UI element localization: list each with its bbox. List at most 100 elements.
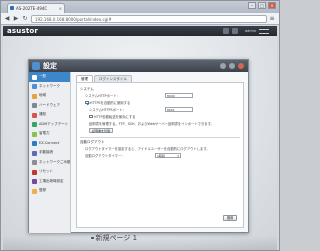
autologout-section-title: 自動ログアウト xyxy=(80,140,105,144)
minimize-button[interactable]: – xyxy=(248,2,256,9)
window-controls: – □ × xyxy=(248,2,276,9)
close-icon[interactable] xyxy=(238,63,244,69)
manage-cert-button[interactable]: 証明書を管理 xyxy=(89,128,114,133)
user-name[interactable]: admin xyxy=(245,29,256,33)
settings-panel: システム システムHTTPポート： 8000 HTTPSを自動的に使用する シス… xyxy=(76,82,244,228)
dialog-title: 設定 xyxy=(43,62,57,70)
sidebar-item[interactable]: ハードウェア xyxy=(29,101,70,111)
page-caption: 新規ページ 1 xyxy=(91,233,137,243)
bullet-icon xyxy=(91,236,94,240)
sidebar-item-label: リセット xyxy=(39,169,53,173)
disable-redirect-checkbox[interactable] xyxy=(89,114,93,119)
sidebar-item-label: ハードウェア xyxy=(39,102,60,107)
favicon-icon xyxy=(10,6,14,10)
browser-toolbar: ◀ ▶ ↻ 192.168.0.168:8000/portal/index.cg… xyxy=(1,13,279,25)
autologout-row: 自動ログアウトタイマー： xyxy=(85,153,125,158)
sidebar-item-icon xyxy=(32,188,37,194)
sidebar-item[interactable]: リセット xyxy=(29,167,70,177)
sidebar-item[interactable]: 登録 xyxy=(29,186,70,196)
reload-icon[interactable]: ↻ xyxy=(21,15,29,23)
apply-button[interactable]: 適用 xyxy=(223,215,237,221)
system-section-title: システム xyxy=(80,87,94,91)
http-port-row: システムHTTPポート： xyxy=(85,93,120,98)
sidebar-item-label: ADMアップデート xyxy=(39,121,69,126)
autologout-select[interactable]: 1時間 xyxy=(155,153,181,158)
sidebar-item-icon xyxy=(32,112,37,118)
sidebar-item-icon xyxy=(32,93,37,99)
sidebar-item[interactable]: ADMアップデート xyxy=(29,120,70,130)
sidebar-item[interactable]: 工場出荷時設定 xyxy=(29,177,70,187)
cert-note: 証明書を管理する。FTP、SSH、およびWebサーバー証明書をインポートできます… xyxy=(89,121,214,126)
sidebar-item[interactable]: ネットワーク xyxy=(29,82,70,92)
sidebar-item-icon xyxy=(32,150,37,156)
autologout-label: 自動ログアウトタイマー： xyxy=(85,154,125,158)
settings-dialog: 設定 一般ネットワーク 地域ハードウェア 通知 ADMアップデート 省電力 EZ-Conn… xyxy=(28,59,249,233)
autologout-note: ログアウトタイマーを設定すると、アイドルユーザーを自動的にログアウトします。 xyxy=(85,146,210,151)
back-icon[interactable]: ◀ xyxy=(3,15,11,23)
http-port-label: システムHTTPポート： xyxy=(85,94,120,98)
page-viewport: asustor admin 設定 一般ネットワーク 地域ハードウェア 通知 ADMアッ… xyxy=(3,26,277,250)
desktop-dock xyxy=(3,236,277,250)
sidebar-item-label: ネットワークごみ箱 xyxy=(39,159,70,164)
help-icon[interactable] xyxy=(220,63,226,69)
sidebar-item[interactable]: 手動接続 xyxy=(29,148,70,158)
https-port-label: システムHTTPSポート： xyxy=(89,108,126,112)
sidebar-item-label: 登録 xyxy=(39,188,46,192)
http-port-input[interactable]: 8000 xyxy=(165,93,193,98)
sidebar-item-icon xyxy=(32,131,37,137)
https-auto-checkbox[interactable] xyxy=(85,100,89,105)
tab-close-icon[interactable]: × xyxy=(59,4,62,13)
sidebar-item[interactable]: 通知 xyxy=(29,110,70,120)
sidebar-item[interactable]: 一般 xyxy=(29,72,70,82)
tab-login-style[interactable]: ログインスタイル xyxy=(94,75,132,82)
sidebar-item-label: 省電力 xyxy=(39,131,50,135)
dialog-controls xyxy=(220,63,244,69)
sidebar-item-label: 手動接続 xyxy=(39,150,53,154)
settings-sidebar: 一般ネットワーク 地域ハードウェア 通知 ADMアップデート 省電力 EZ-Connect… xyxy=(29,72,71,233)
menu-icon[interactable]: ≡ xyxy=(268,15,276,23)
tab-management[interactable]: 管理 xyxy=(76,75,93,82)
sidebar-item-icon xyxy=(32,160,37,165)
sidebar-item-icon xyxy=(32,141,37,146)
sidebar-item-icon xyxy=(32,103,37,108)
maximize-button[interactable]: □ xyxy=(258,2,266,9)
sidebar-item-label: 地域 xyxy=(39,93,46,97)
sidebar-item[interactable]: ネットワークごみ箱 xyxy=(29,158,70,168)
sidebar-item[interactable]: 省電力 xyxy=(29,129,70,139)
cert-note-text: 証明書を管理する。FTP、SSH、およびWebサーバー証明書をインポートできます… xyxy=(89,122,214,126)
caption-text: 新規ページ 1 xyxy=(95,234,138,242)
disable-redirect-row: HTTP自動転送を無効にする xyxy=(89,114,135,119)
minimize-icon[interactable] xyxy=(229,63,235,69)
browser-window: AS-202TE-494C × – □ × ◀ ▶ ↻ 192.168.0.16… xyxy=(0,0,280,251)
sidebar-item[interactable]: EZ-Connect xyxy=(29,139,70,149)
https-auto-label: HTTPSを自動的に使用する xyxy=(90,101,131,105)
sidebar-item-icon xyxy=(32,169,37,175)
browser-tab[interactable]: AS-202TE-494C × xyxy=(7,3,65,13)
dialog-titlebar[interactable]: 設定 xyxy=(29,60,248,72)
forward-icon[interactable]: ▶ xyxy=(12,15,20,23)
sidebar-item-icon xyxy=(32,179,37,184)
disable-redirect-label: HTTP自動転送を無効にする xyxy=(94,115,136,119)
autologout-note-text: ログアウトタイマーを設定すると、アイドルユーザーを自動的にログアウトします。 xyxy=(85,147,210,151)
sidebar-item-label: EZ-Connect xyxy=(39,140,60,145)
close-window-button[interactable]: × xyxy=(268,2,276,9)
tab-strip: AS-202TE-494C × – □ × xyxy=(1,1,279,13)
settings-content: 管理 ログインスタイル システム システムHTTPポート： 8000 HTTPS… xyxy=(72,72,248,233)
asustor-logo: asustor xyxy=(7,27,39,35)
sidebar-item-icon xyxy=(32,74,37,80)
https-port-input[interactable]: 8001 xyxy=(165,107,193,112)
taskbar-icons: admin xyxy=(223,28,269,34)
sidebar-item-label: 通知 xyxy=(39,112,46,116)
search-icon[interactable] xyxy=(223,28,230,34)
sidebar-item[interactable]: 地域 xyxy=(29,91,70,101)
notification-icon[interactable] xyxy=(232,28,239,34)
address-bar[interactable]: 192.168.0.168:8000/portal/index.cgi# xyxy=(31,15,267,23)
settings-tabs: 管理 ログインスタイル xyxy=(76,75,132,82)
hamburger-icon[interactable] xyxy=(259,28,269,34)
https-auto-row: HTTPSを自動的に使用する xyxy=(85,100,130,105)
sidebar-item-label: 一般 xyxy=(39,74,46,78)
section-divider xyxy=(80,137,240,138)
settings-icon xyxy=(32,62,40,70)
adm-taskbar: asustor admin xyxy=(3,26,277,36)
tab-title: AS-202TE-494C xyxy=(16,6,48,11)
